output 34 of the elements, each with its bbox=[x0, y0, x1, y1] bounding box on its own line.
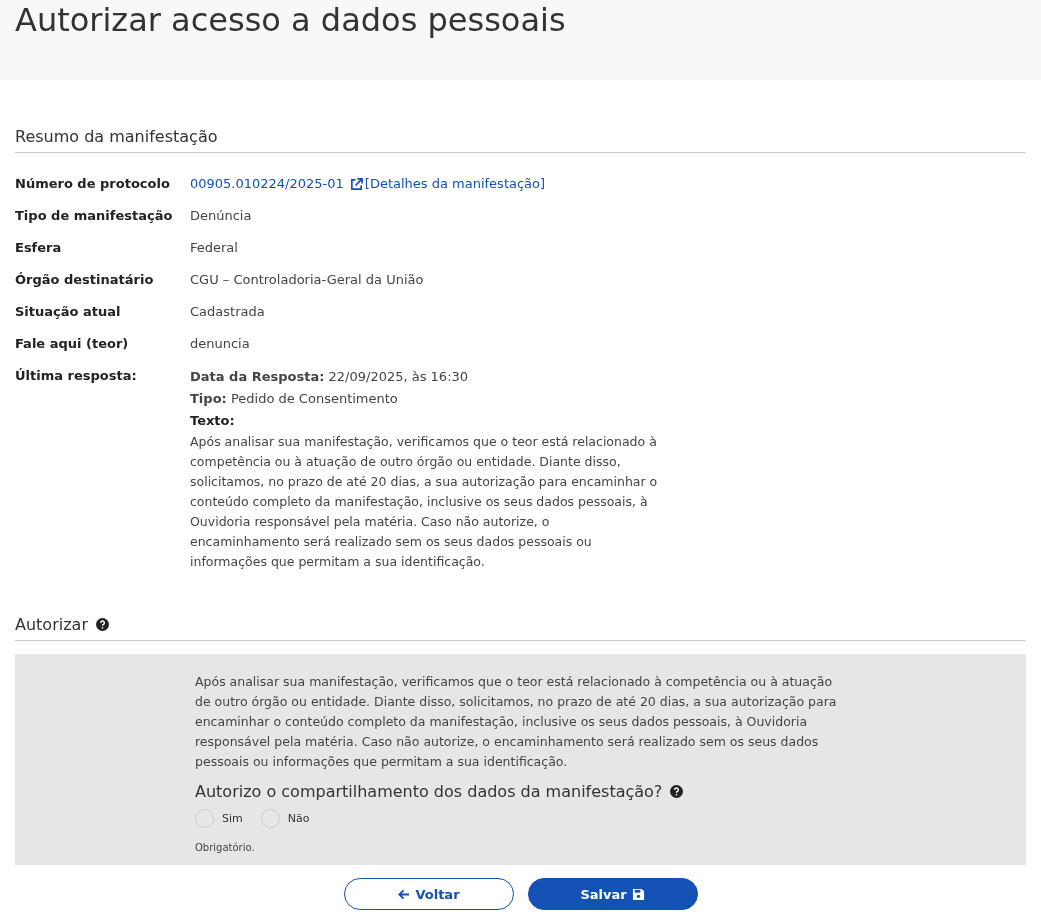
field-value: Federal bbox=[190, 239, 239, 257]
section-title: Resumo da manifestação bbox=[15, 127, 218, 146]
field-value: Cadastrada bbox=[190, 303, 266, 321]
field-label: Fale aqui (teor) bbox=[15, 335, 130, 353]
field-value: denuncia bbox=[190, 335, 251, 353]
field-value: Denúncia bbox=[190, 207, 253, 225]
back-button[interactable]: Voltar bbox=[343, 878, 514, 910]
radio-circle[interactable] bbox=[195, 809, 214, 828]
page-title: Autorizar acesso a dados pessoais bbox=[15, 0, 567, 40]
radio-circle[interactable] bbox=[260, 809, 280, 828]
radio-option[interactable]: Não bbox=[260, 809, 310, 828]
text-label: Texto: bbox=[190, 412, 236, 430]
save-button[interactable]: Salvar bbox=[527, 878, 698, 910]
arrow-left-icon bbox=[397, 887, 411, 901]
section-title: Autorizar bbox=[15, 615, 88, 634]
protocol-link[interactable]: 00905.010224/2025-01 bbox=[190, 174, 344, 194]
field-label: Situação atual bbox=[15, 303, 122, 321]
required-note: Obrigatório. bbox=[195, 842, 256, 853]
field-label: Número de protocolo bbox=[15, 175, 171, 193]
question-label: Autorizo o compartilhamento dos dados da manifestação? bbox=[195, 782, 663, 801]
help-icon[interactable] bbox=[670, 785, 684, 798]
field-value: CGU – Controladoria-Geral da União bbox=[190, 271, 425, 289]
field-label: Última resposta: bbox=[15, 367, 138, 385]
response-text: Após analisar sua manifestação, verificamos que o teor está relacionado à competência ou à atuação de outro órgão ou entidade. Diante disso, solicitamos, no prazo de até 20 dias, a sua autorização para encaminhar o conteúdo completo da manifestação, inclusive os seus dados pessoais, à Ouvidoria responsável pela matéria. Caso não autorize, o encaminhamento será realizado sem os seus dados pessoais ou informações que permitam a sua identificação. bbox=[190, 433, 659, 571]
response-type: Tipo: Pedido de Consentimento bbox=[190, 390, 399, 408]
help-icon[interactable] bbox=[95, 618, 109, 631]
external-link-icon[interactable] bbox=[349, 177, 363, 191]
response-date: Data da Resposta: 22/09/2025, às 16:30 bbox=[190, 368, 470, 386]
details-link[interactable]: [Detalhes da manifestação] bbox=[364, 174, 546, 194]
field-label: Órgão destinatário bbox=[15, 271, 155, 289]
authorize-text: Após analisar sua manifestação, verificamos que o teor está relacionado à competência ou à atuação de outro órgão ou entidade. Diante disso, solicitamos, no prazo de até 20 dias, a sua autorização para encaminhar o conteúdo completo da manifestação, inclusive os seus dados pessoais, à Ouvidoria responsável pela matéria. Caso não autorize, o encaminhamento será realizado sem os seus dados pessoais ou informações que permitam a sua identificação. bbox=[195, 673, 838, 771]
field-label: Tipo de manifestação bbox=[15, 207, 174, 225]
field-label: Esfera bbox=[15, 239, 63, 257]
radio-option[interactable]: Sim bbox=[195, 809, 243, 828]
